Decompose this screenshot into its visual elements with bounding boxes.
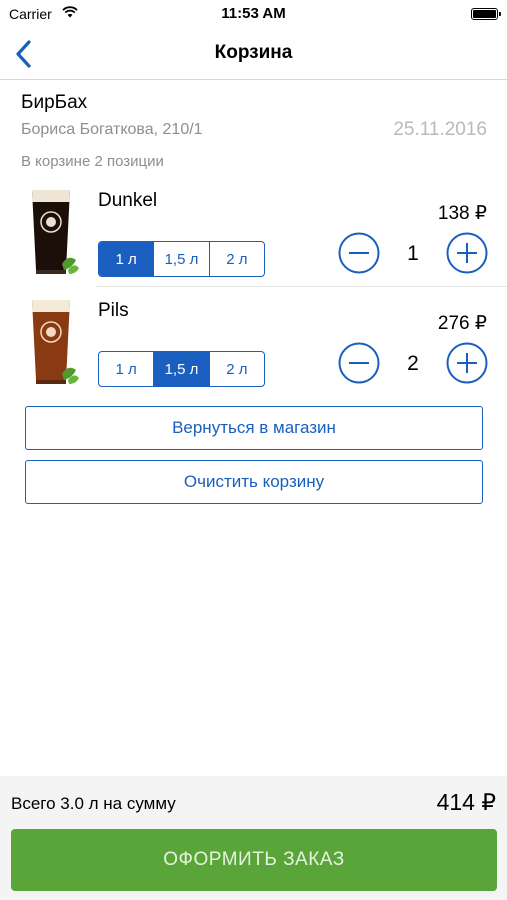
volume-option-1l[interactable]: 1 л [99, 242, 155, 276]
cart-item: Pils 276 ₽ 1 л 1,5 л 2 л 2 [0, 288, 507, 396]
status-bar: Carrier 11:53 AM [0, 0, 507, 28]
volume-selector: 1 л 1,5 л 2 л [98, 241, 265, 277]
total-amount: 414 ₽ [436, 789, 496, 815]
beer-glass-image [32, 190, 79, 274]
volume-option-2l[interactable]: 2 л [210, 242, 264, 276]
item-price: 276 ₽ [437, 313, 487, 334]
checkout-footer: Всего 3.0 л на сумму 414 ₽ ОФОРМИТЬ ЗАКА… [0, 776, 507, 900]
volume-selector: 1 л 1,5 л 2 л [98, 351, 265, 387]
volume-option-1-5l[interactable]: 1,5 л [154, 242, 210, 276]
clear-cart-button[interactable]: Очистить корзину [25, 460, 483, 504]
item-divider [96, 286, 507, 287]
battery-icon [471, 8, 501, 20]
increase-quantity-button[interactable] [446, 232, 488, 274]
item-name: Dunkel [98, 190, 158, 211]
decrease-quantity-button[interactable] [338, 232, 380, 274]
volume-option-1-5l[interactable]: 1,5 л [154, 352, 210, 386]
item-name: Pils [98, 300, 129, 321]
page-title: Корзина [214, 42, 293, 63]
shop-address: Бориса Богаткова, 210/1 [21, 121, 203, 138]
item-price: 138 ₽ [437, 203, 487, 224]
volume-option-2l[interactable]: 2 л [210, 352, 264, 386]
checkout-button[interactable]: ОФОРМИТЬ ЗАКАЗ [11, 829, 497, 891]
cart-item: Dunkel 138 ₽ 1 л 1,5 л 2 л 1 [0, 178, 507, 286]
cart-count: В корзине 2 позиции [21, 153, 164, 170]
decrease-quantity-button[interactable] [338, 342, 380, 384]
volume-option-1l[interactable]: 1 л [99, 352, 155, 386]
status-time: 11:53 AM [221, 5, 286, 22]
beer-glass-image [32, 300, 79, 384]
quantity-value: 1 [407, 242, 419, 265]
order-date: 25.11.2016 [393, 119, 487, 140]
increase-quantity-button[interactable] [446, 342, 488, 384]
total-label: Всего 3.0 л на сумму [11, 794, 176, 813]
back-to-shop-button[interactable]: Вернуться в магазин [25, 406, 483, 450]
navigation-bar: Корзина [0, 28, 507, 80]
shop-name: БирБах [21, 92, 88, 113]
quantity-value: 2 [407, 352, 419, 375]
